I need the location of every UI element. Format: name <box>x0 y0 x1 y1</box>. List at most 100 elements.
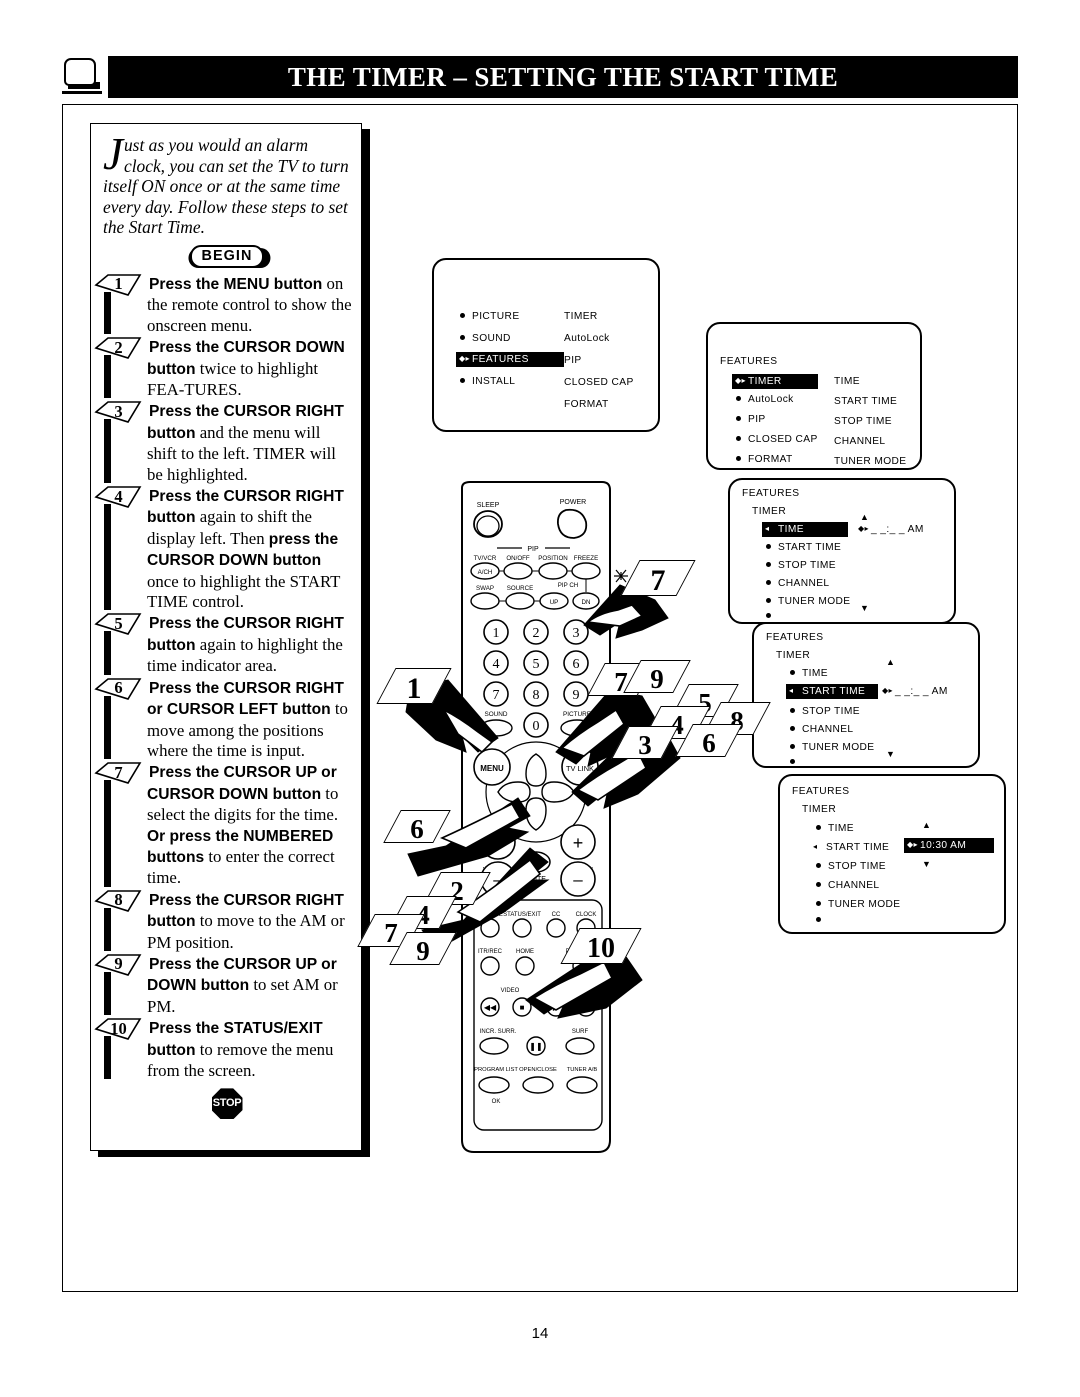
screen5-subheader: TIMER <box>802 804 837 815</box>
submenu-item-timer[interactable]: TIMER <box>564 311 598 322</box>
step-number-diamond-9: 9 <box>94 954 142 976</box>
screen3-item-time-highlighted[interactable]: ◂ TIME <box>762 522 848 537</box>
screen3-item-channel[interactable]: CHANNEL <box>766 578 829 589</box>
tv-menu-screen-4: FEATURES TIMER TIME ◂ START TIME STOP TIM… <box>752 622 984 772</box>
screen5-scroll-up-arrow[interactable]: ▲ <box>922 821 931 830</box>
screen3-scroll-down-arrow[interactable]: ▼ <box>860 604 869 613</box>
step-text: Press the CURSOR UP or DOWN button to se… <box>147 955 338 1016</box>
step-text: Press the MENU button on the remote cont… <box>147 273 352 335</box>
screen2-header: FEATURES <box>720 356 778 367</box>
screen5-item-time[interactable]: TIME <box>816 823 854 834</box>
submenu-item-pip[interactable]: PIP <box>564 355 582 366</box>
screen2-sub-time[interactable]: TIME <box>834 376 860 387</box>
step-number-label: 10 <box>110 1018 127 1038</box>
screen4-time-value[interactable]: ◆▸ _ _:_ _ AM <box>882 686 948 697</box>
begin-marker: BEGIN <box>101 244 353 268</box>
intro-paragraph: Just as you would an alarm clock, you ca… <box>103 129 351 238</box>
screen5-item-extra-bullet <box>816 915 828 926</box>
submenu-item-closed-cap[interactable]: CLOSED CAP <box>564 377 634 388</box>
tv-menu-screen-3: FEATURES TIMER ◂ TIME START TIME STOP TIM… <box>728 478 960 628</box>
step-number-diamond-6: 6 <box>94 677 142 700</box>
step-text: Press the STATUS/EXIT button to remove t… <box>147 1020 334 1080</box>
instruction-step-3: 3 Press the CURSOR RIGHT button and the m… <box>94 401 353 485</box>
instruction-step-1: 1 Press the MENU button on the remote con… <box>94 273 353 336</box>
instruction-step-2: 2 Press the CURSOR DOWN button twice to h… <box>94 337 353 400</box>
menu-item-sound[interactable]: SOUND <box>460 333 511 344</box>
step-text: Press the CURSOR DOWN button twice to hi… <box>147 339 345 399</box>
screen4-scroll-down-arrow[interactable]: ▼ <box>886 750 895 759</box>
screen4-item-start-time-highlighted[interactable]: ◂ START TIME <box>786 684 878 699</box>
screen5-item-channel[interactable]: CHANNEL <box>816 880 879 891</box>
step-number-label: 8 <box>114 890 123 910</box>
step-number-label: 7 <box>114 762 123 782</box>
page-title: THE TIMER – SETTING THE START TIME <box>287 61 839 92</box>
screen2-item-autolock[interactable]: AutoLock <box>736 394 794 405</box>
tv-menu-screen-2: FEATURES ◆▸ TIMER AutoLock PIP CLOSED CAP… <box>706 322 926 474</box>
screen3-time-value[interactable]: ◆▸ _ _:_ _ AM <box>858 524 924 535</box>
screen5-scroll-down-arrow[interactable]: ▼ <box>922 860 931 869</box>
instruction-step-6: 6 Press the CURSOR RIGHT or CURSOR LEFT b… <box>94 677 353 762</box>
step-number-label: 2 <box>114 337 123 357</box>
screen4-header: FEATURES <box>766 632 824 643</box>
screen4-scroll-up-arrow[interactable]: ▲ <box>886 658 895 667</box>
step-connector-bar <box>104 355 111 399</box>
menu-item-features-highlighted[interactable]: ◆▸ FEATURES <box>456 352 564 367</box>
screen4-item-time[interactable]: TIME <box>790 668 828 679</box>
screen5-item-stop-time[interactable]: STOP TIME <box>816 861 886 872</box>
step-text: Press the CURSOR RIGHT button again to s… <box>147 488 344 612</box>
instruction-step-7: 7 Press the CURSOR UP or CURSOR DOWN butt… <box>94 762 353 888</box>
screen5-item-start-time[interactable]: ◂ START TIME <box>813 842 889 853</box>
screen2-sub-tuner-mode[interactable]: TUNER MODE <box>834 456 906 467</box>
screen5-start-time-value-highlighted[interactable]: ◆▸ 10:30 AM <box>904 838 994 853</box>
step-connector-bar <box>104 907 111 951</box>
screen2-item-timer-highlighted[interactable]: ◆▸ TIMER <box>732 374 818 389</box>
instruction-step-10: 10 Press the STATUS/EXIT button to remove… <box>94 1018 353 1081</box>
screen4-item-tuner-mode[interactable]: TUNER MODE <box>790 742 874 753</box>
screen4-item-channel[interactable]: CHANNEL <box>790 724 853 735</box>
screen2-item-closed-cap[interactable]: CLOSED CAP <box>736 434 818 445</box>
step-number-label: 1 <box>114 274 123 294</box>
step-number-label: 3 <box>114 401 123 421</box>
page-title-bar: THE TIMER – SETTING THE START TIME <box>108 56 1018 98</box>
screen2-item-pip[interactable]: PIP <box>736 414 766 425</box>
callout-3: 3 <box>611 726 679 764</box>
callout-9-top: 9 <box>623 660 691 698</box>
screen5-item-tuner-mode[interactable]: TUNER MODE <box>816 899 900 910</box>
instruction-step-5: 5 Press the CURSOR RIGHT button again to … <box>94 613 353 676</box>
submenu-item-format[interactable]: FORMAT <box>564 399 609 410</box>
step-number-diamond-7: 7 <box>94 762 142 785</box>
step-connector-bar <box>104 419 111 484</box>
step-number-diamond-8: 8 <box>94 889 142 912</box>
menu-item-install[interactable]: INSTALL <box>460 376 515 387</box>
instruction-step-4: 4 Press the CURSOR RIGHT button again to … <box>94 486 353 612</box>
tv-menu-screen-1: PICTURE SOUND ◆▸ FEATURES INSTALL TIMER A… <box>432 258 664 436</box>
screen2-item-format[interactable]: FORMAT <box>736 454 793 465</box>
step-number-diamond-4: 4 <box>94 486 142 508</box>
step-number-label: 5 <box>114 613 123 633</box>
stop-octagon-label: STOP <box>211 1088 243 1120</box>
intro-dropcap: J <box>103 129 123 179</box>
screen2-sub-stop-time[interactable]: STOP TIME <box>834 416 892 427</box>
step-connector-bar <box>104 1036 111 1080</box>
screen4-item-stop-time[interactable]: STOP TIME <box>790 706 860 717</box>
screen3-header: FEATURES <box>742 488 800 499</box>
callout-10: 10 <box>560 928 642 970</box>
screen3-item-stop-time[interactable]: STOP TIME <box>766 560 836 571</box>
screen3-item-start-time[interactable]: START TIME <box>766 542 841 553</box>
menu-item-picture[interactable]: PICTURE <box>460 311 520 322</box>
screen3-scroll-up-arrow[interactable]: ▲ <box>860 513 869 522</box>
callout-9-left: 9 <box>389 932 457 970</box>
screen4-item-extra-bullet <box>790 757 802 768</box>
screen2-sub-start-time[interactable]: START TIME <box>834 396 897 407</box>
step-number-diamond-2: 2 <box>94 337 142 360</box>
step-connector-bar <box>104 695 111 760</box>
submenu-item-autolock[interactable]: AutoLock <box>564 333 610 344</box>
step-text: Press the CURSOR RIGHT button again to h… <box>147 615 344 676</box>
step-text: Press the CURSOR UP or CURSOR DOWN butto… <box>147 764 339 888</box>
screen2-sub-channel[interactable]: CHANNEL <box>834 436 885 447</box>
step-text: Press the CURSOR RIGHT or CURSOR LEFT bu… <box>147 679 348 760</box>
screen3-item-extra-bullet <box>766 611 778 622</box>
page-number: 14 <box>531 1325 549 1342</box>
screen3-item-tuner-mode[interactable]: TUNER MODE <box>766 596 850 607</box>
instruction-step-9: 9 Press the CURSOR UP or DOWN button to s… <box>94 954 353 1017</box>
